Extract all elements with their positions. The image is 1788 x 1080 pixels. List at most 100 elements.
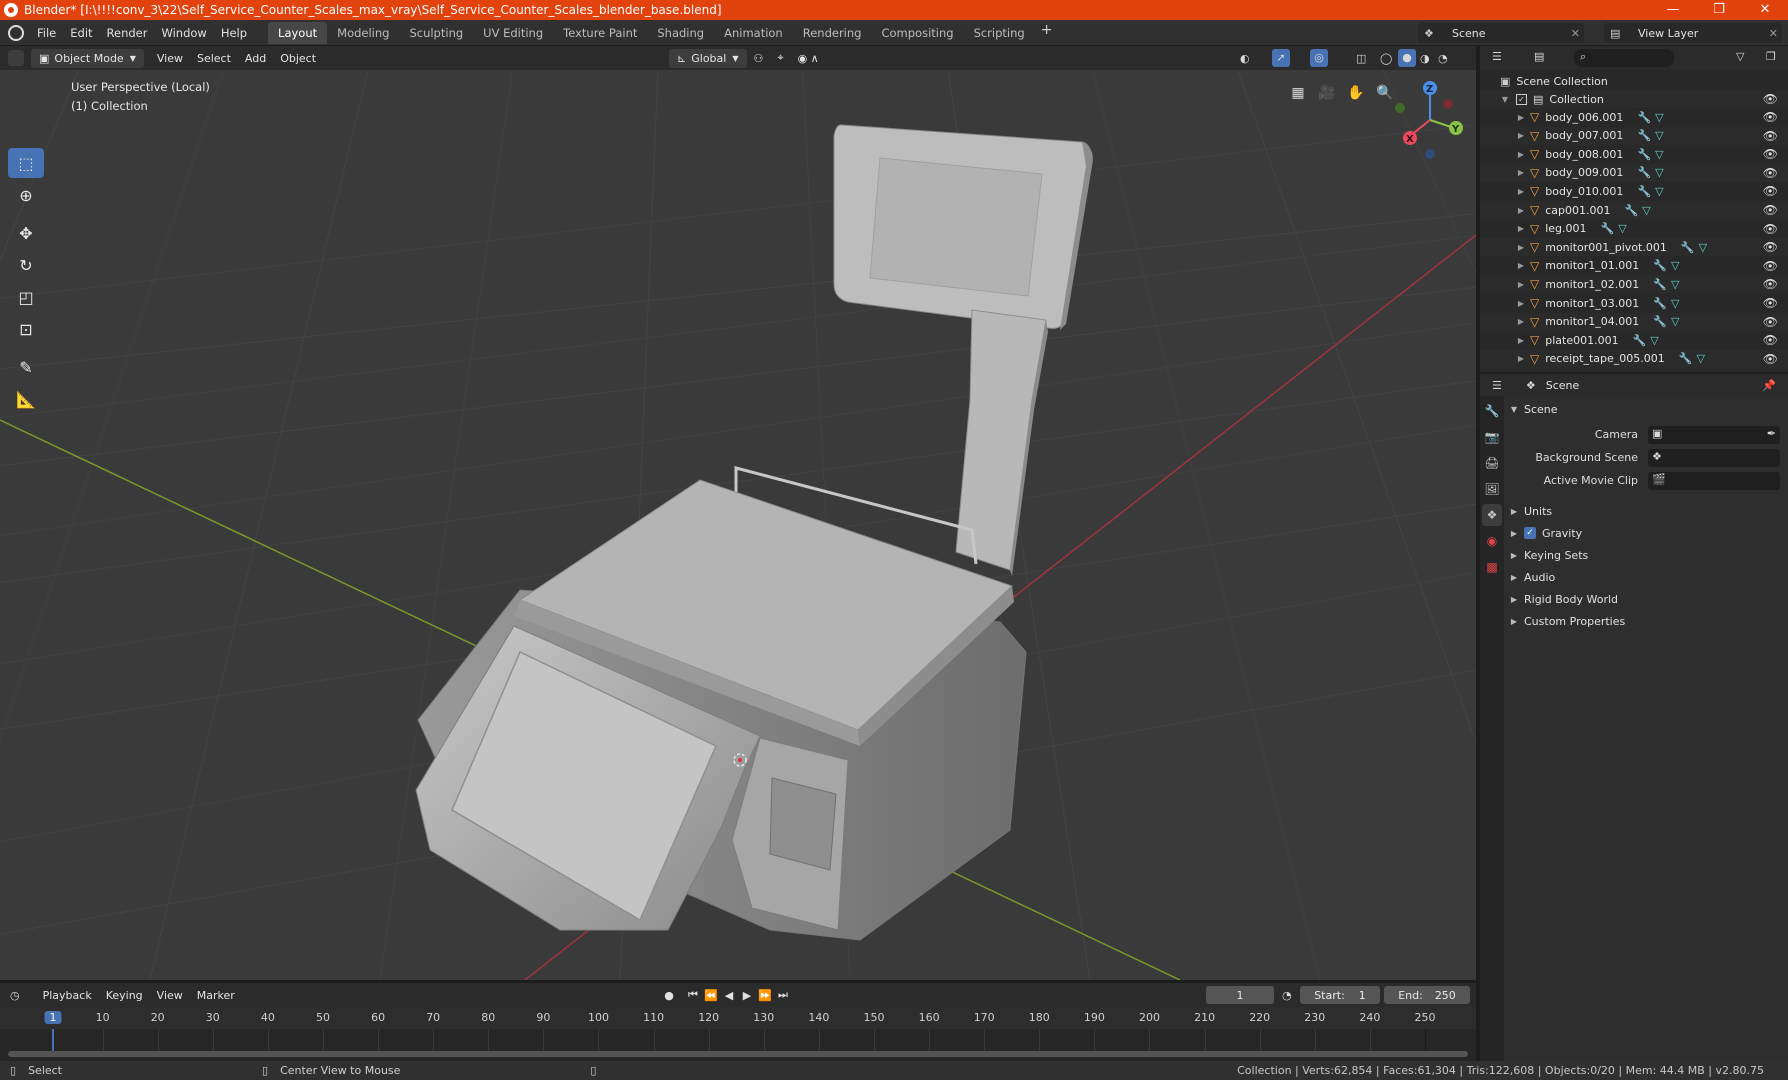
expand-arrow-icon[interactable]: ▶	[1516, 206, 1526, 215]
expand-arrow-icon[interactable]: ▶	[1516, 261, 1526, 270]
pin-icon[interactable]: 📌	[1762, 379, 1776, 392]
close-button[interactable]: ✕	[1742, 0, 1788, 20]
measure-tool[interactable]: 📐	[8, 384, 44, 414]
tab-modeling[interactable]: Modeling	[327, 22, 399, 44]
view-layer-tab-icon[interactable]: 🖼	[1482, 478, 1502, 500]
eye-icon[interactable]: 👁	[1763, 352, 1778, 366]
outliner-object-row[interactable]: ▶ ▽ body_010.001 🔧 ▽ 👁	[1480, 182, 1788, 200]
outliner-collection[interactable]: ▼ ✓ ▤ Collection 👁	[1480, 90, 1788, 108]
counter-scale-model[interactable]	[415, 124, 1093, 941]
outliner[interactable]: ▣ Scene Collection ▼ ✓ ▤ Collection 👁 ▶ ▽…	[1480, 70, 1788, 372]
modifier-icon[interactable]: 🔧	[1653, 315, 1667, 328]
object-name[interactable]: cap001.001	[1545, 204, 1610, 217]
outliner-object-row[interactable]: ▶ ▽ leg.001 🔧 ▽ 👁	[1480, 220, 1788, 238]
expand-arrow-icon[interactable]: ▶	[1516, 317, 1526, 326]
overlay-toggle-icon[interactable]: ◎	[1310, 49, 1328, 67]
expand-arrow-icon[interactable]: ▶	[1516, 131, 1526, 140]
world-tab-icon[interactable]: ◉	[1482, 530, 1502, 552]
expand-arrow-icon[interactable]: ▶	[1516, 224, 1526, 233]
transform-tool[interactable]: ⊡	[8, 314, 44, 344]
rendered-shading-icon[interactable]: ◔	[1438, 52, 1448, 65]
keying-sets-panel[interactable]: ▶ Keying Sets	[1504, 544, 1788, 566]
jump-start-icon[interactable]: ⏮	[684, 986, 702, 1004]
rotate-tool[interactable]: ↻	[8, 250, 44, 280]
outliner-object-row[interactable]: ▶ ▽ cap001.001 🔧 ▽ 👁	[1480, 201, 1788, 219]
menu-file[interactable]: File	[30, 22, 63, 44]
expand-arrow-icon[interactable]: ▶	[1516, 113, 1526, 122]
eye-icon[interactable]: 👁	[1763, 240, 1778, 254]
outliner-object-row[interactable]: ▶ ▽ monitor001_pivot.001 🔧 ▽ 👁	[1480, 238, 1788, 257]
active-movie-clip-field[interactable]: 🎬	[1648, 472, 1780, 490]
proportional-edit-icon[interactable]: ◉ ∧	[791, 52, 826, 65]
object-name[interactable]: plate001.001	[1545, 334, 1618, 347]
render-tab-icon[interactable]: 📷	[1482, 426, 1502, 448]
camera-field[interactable]: ▣ ✒	[1648, 426, 1780, 444]
expand-arrow-icon[interactable]: ▼	[1500, 95, 1510, 104]
object-name[interactable]: monitor1_01.001	[1545, 259, 1639, 272]
scale-tool[interactable]: ◰	[8, 282, 44, 312]
modifier-icon[interactable]: 🔧	[1625, 204, 1639, 217]
eye-icon[interactable]: 👁	[1763, 184, 1778, 198]
play-icon[interactable]: ▶	[738, 986, 756, 1004]
solid-shading-icon[interactable]: ●	[1398, 49, 1416, 67]
mesh-data-icon[interactable]: ▽	[1699, 241, 1707, 254]
units-panel[interactable]: ▶ Units	[1504, 500, 1788, 522]
modifier-icon[interactable]: 🔧	[1637, 129, 1651, 142]
tab-scripting[interactable]: Scripting	[964, 22, 1035, 44]
modifier-icon[interactable]: 🔧	[1637, 185, 1651, 198]
tab-layout[interactable]: Layout	[268, 21, 328, 44]
expand-arrow-icon[interactable]: ▶	[1516, 168, 1526, 177]
mode-dropdown[interactable]: ▣ Object Mode ▼	[31, 48, 144, 68]
object-name[interactable]: body_008.001	[1545, 148, 1623, 161]
menu-marker[interactable]: Marker	[190, 989, 242, 1002]
timeline[interactable]: 1 10 20 30 40 50 60 70 80 90 100 110 120 130 140 150 160…	[0, 1007, 1476, 1061]
jump-end-icon[interactable]: ⏭	[774, 986, 792, 1004]
output-tab-icon[interactable]: 🖨	[1482, 452, 1502, 474]
outliner-search-input[interactable]: ⌕	[1574, 49, 1674, 67]
outliner-object-row[interactable]: ▶ ▽ body_006.001 🔧 ▽ 👁	[1480, 108, 1788, 126]
texture-tab-icon[interactable]: ▩	[1482, 556, 1502, 578]
visibility-icon[interactable]: ◐	[1240, 52, 1250, 65]
modifier-icon[interactable]: 🔧	[1637, 111, 1651, 124]
object-name[interactable]: monitor1_04.001	[1545, 315, 1639, 328]
3d-viewport[interactable]: Z Y X User Perspective (Local) (1) Colle…	[0, 70, 1476, 980]
outliner-object-row[interactable]: ▶ ▽ monitor1_02.001 🔧 ▽ 👁	[1480, 275, 1788, 294]
gizmo-toggle-icon[interactable]: ➚	[1272, 49, 1290, 67]
editor-type-icon[interactable]: ◷	[10, 989, 20, 1002]
tab-uv-editing[interactable]: UV Editing	[473, 22, 553, 44]
tool-tab-icon[interactable]: 🔧	[1482, 400, 1502, 422]
audio-panel[interactable]: ▶ Audio	[1504, 566, 1788, 588]
menu-select[interactable]: Select	[190, 52, 238, 65]
eye-icon[interactable]: 👁	[1763, 333, 1778, 347]
editor-type-icon[interactable]: ☰	[1492, 50, 1502, 63]
tab-animation[interactable]: Animation	[714, 22, 793, 44]
outliner-object-row[interactable]: ▶ ▽ body_008.001 🔧 ▽ 👁	[1480, 145, 1788, 163]
object-name[interactable]: leg.001	[1545, 222, 1586, 235]
modifier-icon[interactable]: 🔧	[1653, 259, 1667, 272]
checkbox-icon[interactable]: ✓	[1516, 93, 1527, 105]
expand-arrow-icon[interactable]: ▶	[1516, 187, 1526, 196]
menu-add[interactable]: Add	[238, 52, 273, 65]
menu-keying[interactable]: Keying	[99, 989, 150, 1002]
timeline-track[interactable]	[0, 1029, 1476, 1051]
mesh-data-icon[interactable]: ▽	[1655, 148, 1663, 161]
menu-object[interactable]: Object	[273, 52, 323, 65]
mesh-data-icon[interactable]: ▽	[1650, 334, 1658, 347]
move-tool[interactable]: ✥	[8, 218, 44, 248]
expand-arrow-icon[interactable]: ▶	[1516, 299, 1526, 308]
object-name[interactable]: body_009.001	[1545, 166, 1623, 179]
modifier-icon[interactable]: 🔧	[1637, 148, 1651, 161]
modifier-icon[interactable]: 🔧	[1633, 334, 1647, 347]
minimize-button[interactable]: —	[1650, 0, 1696, 20]
camera-view-icon[interactable]: 🎥	[1314, 80, 1340, 106]
outliner-object-row[interactable]: ▶ ▽ monitor1_01.001 🔧 ▽ 👁	[1480, 257, 1788, 275]
mesh-data-icon[interactable]: ▽	[1655, 166, 1663, 179]
modifier-icon[interactable]: 🔧	[1653, 278, 1667, 291]
modifier-icon[interactable]: 🔧	[1679, 352, 1693, 365]
playhead[interactable]	[52, 1029, 54, 1051]
modifier-icon[interactable]: 🔧	[1681, 241, 1695, 254]
blender-menu-icon[interactable]	[8, 24, 24, 41]
select-box-tool[interactable]: ⬚	[8, 148, 44, 178]
frame-ruler[interactable]: 1 10 20 30 40 50 60 70 80 90 100 110 120 130 140 150 160…	[0, 1007, 1476, 1029]
eye-icon[interactable]: 👁	[1763, 315, 1778, 329]
